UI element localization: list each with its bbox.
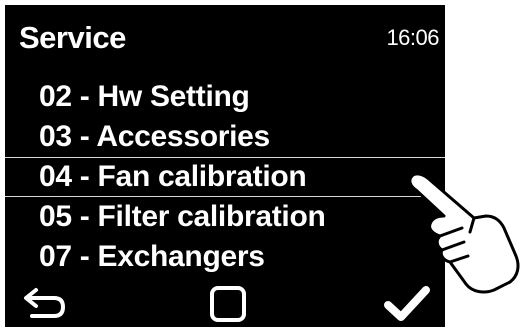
home-button[interactable]: [202, 281, 254, 327]
page-title: Service: [19, 20, 126, 55]
menu-item-label: 05 - Filter calibration: [39, 200, 326, 233]
service-screen: Service 16:06 02 - Hw Setting 03 - Acces…: [5, 5, 445, 327]
menu-item-label: 02 - Hw Setting: [39, 80, 250, 113]
menu-item-exchangers[interactable]: 07 - Exchangers: [5, 237, 445, 277]
menu-item-fan-calibration[interactable]: 04 - Fan calibration: [5, 157, 445, 197]
clock-time: 16:06: [386, 25, 439, 50]
menu-item-hw-setting[interactable]: 02 - Hw Setting: [5, 77, 445, 117]
menu-item-accessories[interactable]: 03 - Accessories: [5, 117, 445, 157]
back-button[interactable]: [19, 281, 71, 327]
menu-item-label: 04 - Fan calibration: [39, 160, 307, 193]
square-icon: [210, 286, 246, 322]
menu-item-label: 07 - Exchangers: [39, 240, 265, 273]
menu-item-filter-calibration[interactable]: 05 - Filter calibration: [5, 197, 445, 237]
confirm-button[interactable]: [381, 281, 433, 327]
menu-item-label: 03 - Accessories: [39, 120, 270, 153]
return-arrow-icon: [24, 288, 65, 318]
service-menu: 02 - Hw Setting 03 - Accessories 04 - Fa…: [5, 77, 445, 277]
footer-nav: [5, 281, 445, 327]
checkmark-icon: [384, 286, 430, 321]
device-frame: Service 16:06 02 - Hw Setting 03 - Acces…: [0, 0, 522, 331]
